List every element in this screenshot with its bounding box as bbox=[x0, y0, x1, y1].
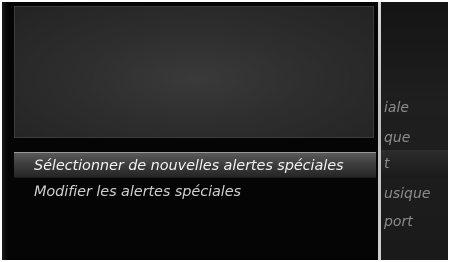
option-select-new-special-alerts[interactable]: Sélectionner de nouvelles alertes spécia… bbox=[14, 152, 376, 178]
background-menu-item[interactable]: port bbox=[384, 214, 413, 230]
popup-border bbox=[378, 2, 381, 260]
options-popup: Sélectionner de nouvelles alertes spécia… bbox=[8, 2, 381, 260]
background-menu-item[interactable]: iale bbox=[384, 100, 409, 116]
background-menu: iale que t usique port bbox=[380, 2, 448, 260]
background-menu-item[interactable]: t bbox=[384, 156, 390, 172]
display-screen: iale que t usique port Sélectionner de n… bbox=[2, 2, 448, 260]
option-modify-special-alerts[interactable]: Modifier les alertes spéciales bbox=[14, 179, 376, 205]
background-menu-item[interactable]: usique bbox=[384, 186, 430, 202]
left-edge-bar bbox=[2, 2, 6, 260]
background-menu-item[interactable]: que bbox=[384, 130, 410, 146]
background-menu-highlight bbox=[380, 150, 448, 178]
preview-panel bbox=[14, 6, 374, 138]
